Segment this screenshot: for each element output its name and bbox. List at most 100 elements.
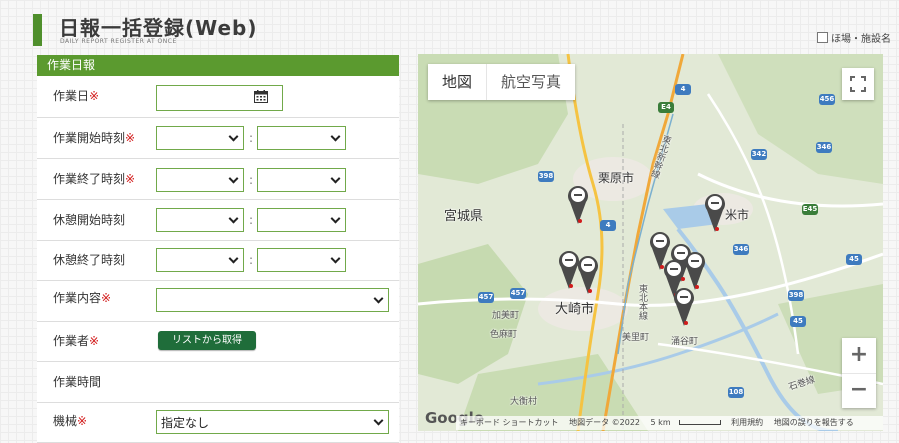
route-shield: 457 — [478, 292, 494, 303]
section-title: 作業日報 — [37, 55, 399, 76]
scale-bar — [678, 420, 721, 425]
label-kami: 加美町 — [492, 311, 520, 321]
chevron-down-icon — [330, 213, 341, 224]
route-shield: 346 — [733, 244, 749, 255]
time-separator: : — [249, 213, 254, 227]
end-hour-select[interactable] — [156, 168, 244, 192]
facility-name-toggle[interactable]: ほ場・施設名 — [817, 30, 891, 45]
label-tohoku-line: 東北本線 — [637, 284, 647, 320]
chevron-down-icon — [330, 173, 341, 184]
break-end-hour-select[interactable] — [156, 248, 244, 272]
map-data-text: 地図データ ©2022 — [569, 418, 640, 427]
zoom-in-button[interactable]: + — [842, 338, 876, 374]
break-start-hour-select[interactable] — [156, 208, 244, 232]
break-start-minute-select[interactable] — [257, 208, 346, 232]
route-shield: 4 — [675, 84, 691, 95]
route-shield: 346 — [816, 142, 832, 153]
label-misato: 美里町 — [622, 333, 650, 343]
route-shield: 456 — [819, 94, 835, 105]
route-shield: 4 — [600, 220, 616, 231]
route-shield: 457 — [510, 288, 526, 299]
fullscreen-icon — [850, 76, 866, 92]
route-shield: E4 — [658, 102, 674, 113]
daily-report-form: 作業日報 作業日※ 作業開始時刻※ : 作業終了時刻※ : 休憩開始時刻: 休… — [37, 55, 399, 443]
label-osaki: 大崎市 — [555, 302, 595, 317]
start-time-label: 作業開始時刻 — [53, 131, 126, 145]
label-miyagi: 宮城県 — [444, 209, 484, 224]
machine-label: 機械 — [53, 414, 78, 428]
time-separator: : — [249, 173, 254, 187]
facility-name-label: ほ場・施設名 — [831, 34, 891, 45]
route-shield: 398 — [788, 290, 804, 301]
work-content-label: 作業内容 — [53, 291, 102, 305]
page-title: 日報一括登録(Web) — [59, 16, 258, 40]
map-view[interactable]: 地図 航空写真 栗原市 宮城県 大崎市 加美町 色麻町 美里町 涌谷町 大衡村 … — [418, 54, 883, 431]
row-end-time: 作業終了時刻※ : — [37, 158, 399, 200]
route-shield: 398 — [538, 171, 554, 182]
zoom-control: + − — [842, 338, 876, 408]
required-mark: ※ — [101, 291, 112, 305]
start-hour-select[interactable] — [156, 126, 244, 150]
break-start-label: 休憩開始時刻 — [53, 213, 126, 227]
break-end-minute-select[interactable] — [257, 248, 346, 272]
label-kurihara: 栗原市 — [598, 171, 635, 185]
required-mark: ※ — [125, 131, 136, 145]
machine-select[interactable]: 指定なし — [156, 410, 389, 434]
row-break-start: 休憩開始時刻 : — [37, 199, 399, 241]
chevron-down-icon — [373, 293, 384, 304]
row-work-date: 作業日※ — [37, 76, 399, 118]
route-shield: 342 — [751, 149, 767, 160]
required-mark: ※ — [77, 414, 88, 428]
map-marker-icon[interactable] — [684, 250, 706, 290]
start-minute-select[interactable] — [257, 126, 346, 150]
worker-label: 作業者 — [53, 334, 90, 348]
route-shield: 45 — [846, 254, 862, 265]
route-shield: E45 — [802, 204, 818, 215]
route-shield: 45 — [790, 316, 806, 327]
zoom-out-button[interactable]: − — [842, 373, 876, 408]
tab-map[interactable]: 地図 — [428, 64, 486, 100]
report-error-link[interactable]: 地図の誤りを報告する — [774, 418, 854, 427]
calendar-icon[interactable] — [254, 90, 268, 103]
page-subtitle: DAILY REPORT REGISTER AT ONCE — [60, 38, 177, 45]
map-marker-icon[interactable] — [673, 286, 695, 326]
terms-link[interactable]: 利用規約 — [731, 418, 763, 427]
work-date-label: 作業日 — [53, 89, 90, 103]
row-break-end: 休憩終了時刻 : — [37, 240, 399, 281]
row-worker: 作業者※ リストから取得 — [37, 321, 399, 362]
facility-name-checkbox[interactable] — [817, 32, 828, 43]
time-separator: : — [249, 253, 254, 267]
label-shikama: 色麻町 — [490, 330, 518, 340]
required-mark: ※ — [125, 172, 136, 186]
work-content-select[interactable] — [156, 288, 389, 312]
machine-selected-value: 指定なし — [161, 416, 210, 430]
time-separator: : — [249, 131, 254, 145]
tab-satellite[interactable]: 航空写真 — [486, 64, 575, 100]
get-from-list-button[interactable]: リストから取得 — [158, 331, 256, 350]
map-type-tabs: 地図 航空写真 — [428, 64, 576, 100]
row-work-hours: 作業時間 — [37, 361, 399, 403]
row-machine: 機械※ 指定なし — [37, 402, 399, 443]
work-hours-label: 作業時間 — [53, 375, 102, 389]
label-wakuya: 涌谷町 — [671, 337, 699, 347]
keyboard-shortcuts-link[interactable]: キーボード ショートカット — [460, 418, 559, 427]
chevron-down-icon — [228, 253, 239, 264]
row-work-content: 作業内容※ — [37, 280, 399, 322]
fullscreen-button[interactable] — [842, 68, 874, 100]
break-end-label: 休憩終了時刻 — [53, 253, 126, 267]
page-header: 日報一括登録(Web) DAILY REPORT REGISTER AT ONC… — [33, 12, 899, 48]
chevron-down-icon — [330, 253, 341, 264]
chevron-down-icon — [330, 131, 341, 142]
chevron-down-icon — [228, 173, 239, 184]
work-date-input[interactable] — [156, 85, 283, 111]
end-time-label: 作業終了時刻 — [53, 172, 126, 186]
end-minute-select[interactable] — [257, 168, 346, 192]
label-taiwa: 大衡村 — [510, 397, 538, 407]
map-attribution: キーボード ショートカット 地図データ ©2022 5 km 利用規約 地図の誤… — [456, 416, 883, 430]
map-marker-icon[interactable] — [577, 254, 599, 294]
scale-text: 5 km — [650, 418, 671, 427]
map-marker-icon[interactable] — [704, 192, 726, 232]
chevron-down-icon — [228, 213, 239, 224]
required-mark: ※ — [89, 334, 100, 348]
map-marker-icon[interactable] — [567, 184, 589, 224]
